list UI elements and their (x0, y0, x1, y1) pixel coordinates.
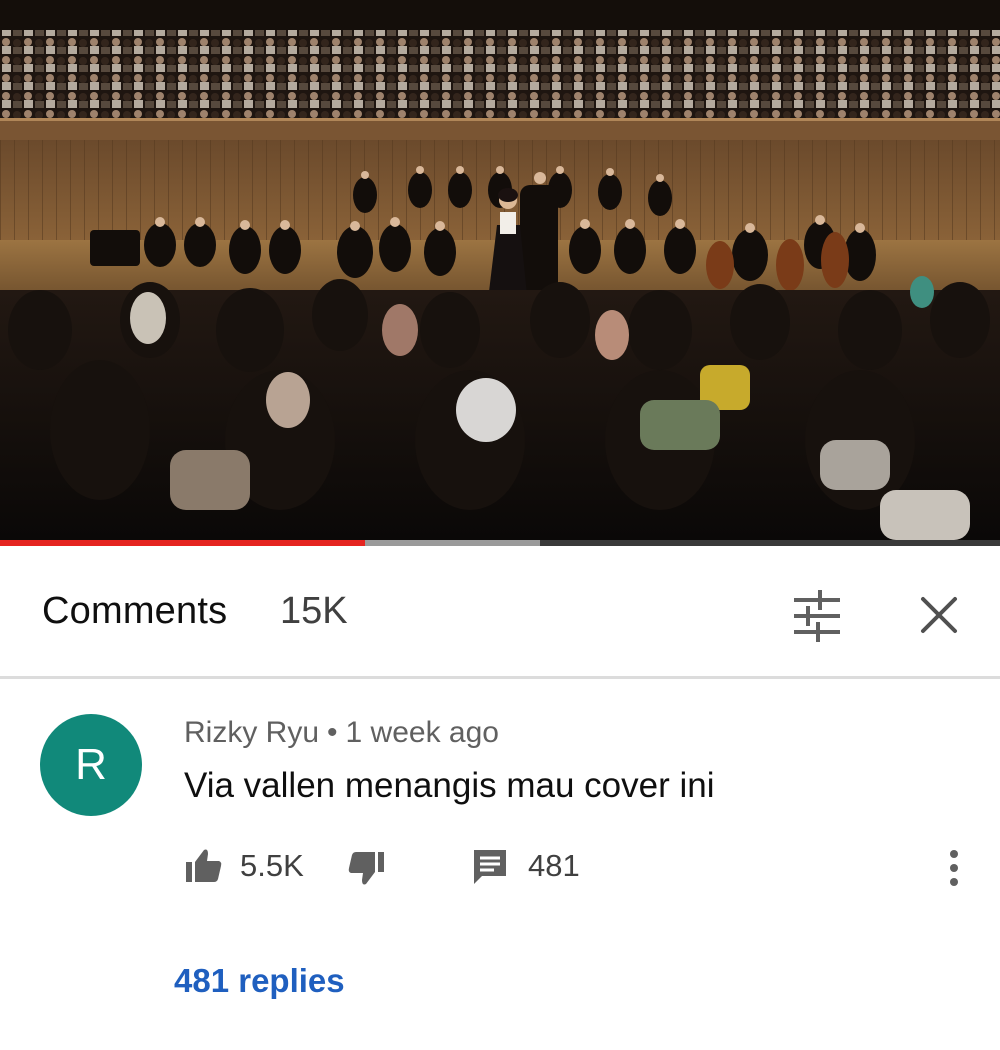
view-replies-link[interactable]: 481 replies (174, 962, 345, 1000)
dislike-button[interactable] (346, 844, 386, 892)
like-button[interactable]: 5.5K (184, 842, 304, 890)
reply-icon (474, 850, 506, 884)
reply-count: 481 (528, 848, 580, 883)
like-count: 5.5K (240, 848, 304, 883)
comment-text: Via vallen menangis mau cover ini (184, 766, 715, 805)
more-actions-button[interactable] (934, 842, 974, 894)
reply-button[interactable]: 481 (470, 842, 580, 890)
comments-count: 15K (280, 590, 348, 632)
concert-video-frame (0, 0, 1000, 540)
avatar-letter: R (75, 740, 107, 789)
close-comments-button[interactable] (908, 586, 970, 646)
comment-time: 1 week ago (345, 716, 499, 749)
sort-filter-icon (794, 590, 840, 642)
comment-author[interactable]: Rizky Ryu (184, 716, 319, 749)
close-icon (921, 597, 957, 633)
header-divider (0, 676, 1000, 679)
more-vert-icon (950, 850, 958, 886)
comments-header: Comments 15K (0, 546, 1000, 678)
thumbs-up-icon (186, 849, 222, 882)
comments-title: Comments (42, 590, 228, 632)
avatar[interactable]: R (40, 714, 142, 816)
comment-meta: Rizky Ryu • 1 week ago (184, 716, 499, 750)
meta-separator: • (327, 716, 338, 749)
thumbs-down-icon (348, 852, 384, 885)
sort-filter-button[interactable] (786, 586, 848, 646)
video-player[interactable] (0, 0, 1000, 540)
